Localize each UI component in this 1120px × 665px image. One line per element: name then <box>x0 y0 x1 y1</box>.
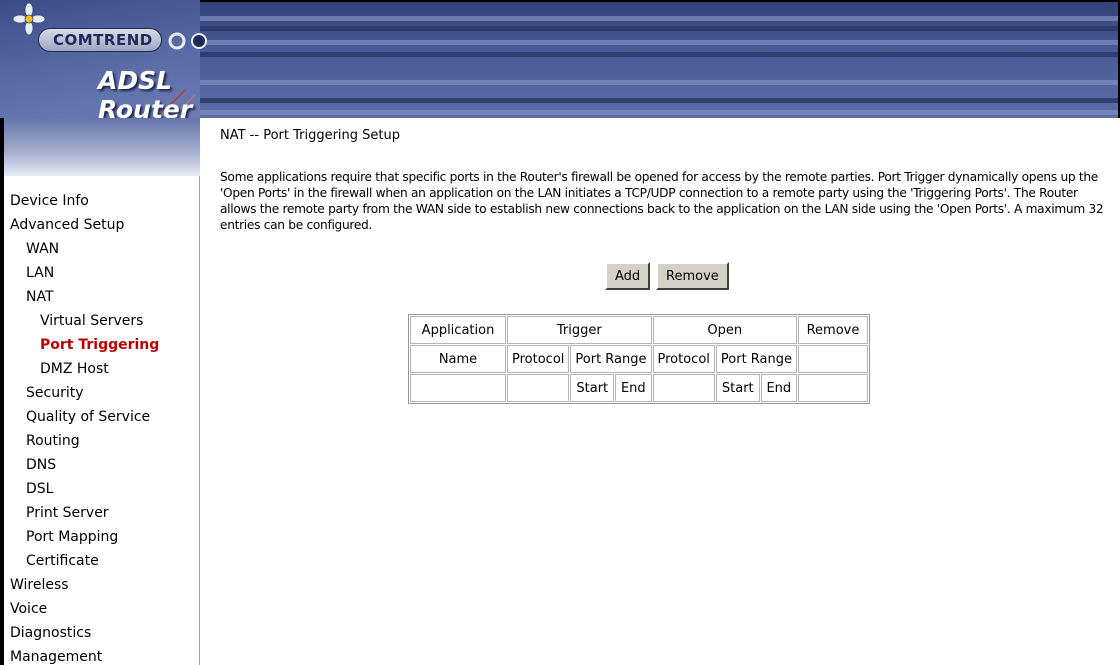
sidebar-item-management[interactable]: Management <box>10 649 102 665</box>
sidebar-item-port-triggering[interactable]: Port Triggering <box>40 337 159 353</box>
sidebar-item-wireless[interactable]: Wireless <box>10 577 69 593</box>
table-header-row: Name Protocol Port Range Protocol Port R… <box>410 345 868 373</box>
sidebar-item-lan[interactable]: LAN <box>26 265 54 281</box>
sidebar-item-nat[interactable]: NAT <box>26 289 54 305</box>
sidebar-item-diagnostics[interactable]: Diagnostics <box>10 625 91 641</box>
col-open-start-header: Start <box>715 374 760 402</box>
port-triggering-table: Application Trigger Open Remove Name Pro… <box>408 314 870 404</box>
col-trigger-port-range-header: Port Range <box>570 345 652 373</box>
logo-area: COMTREND ADSL Router <box>0 0 207 161</box>
sidebar-item-advanced-setup[interactable]: Advanced Setup <box>10 217 124 233</box>
sidebar-item-routing[interactable]: Routing <box>26 433 80 449</box>
col-trigger-start-header: Start <box>570 374 615 402</box>
col-application-header: Application <box>410 316 506 344</box>
add-button[interactable]: Add <box>605 262 651 290</box>
sidebar-item-dmz-host[interactable]: DMZ Host <box>40 361 109 377</box>
sidebar-item-voice[interactable]: Voice <box>10 601 47 617</box>
product-title: ADSL Router <box>98 66 193 124</box>
sidebar-item-security[interactable]: Security <box>26 385 84 401</box>
sidebar-item-quality-of-service[interactable]: Quality of Service <box>26 409 150 425</box>
col-trigger-end-header: End <box>615 374 652 402</box>
col-name-blank <box>410 374 506 402</box>
col-open-header: Open <box>652 316 797 344</box>
sidebar-item-virtual-servers[interactable]: Virtual Servers <box>40 313 143 329</box>
sidebar-item-dns[interactable]: DNS <box>26 457 56 473</box>
col-trigger-header: Trigger <box>507 316 652 344</box>
col-trigger-protocol-blank <box>507 374 570 402</box>
sidebar-item-device-info[interactable]: Device Info <box>10 193 89 209</box>
table-header-row: Start End Start End <box>410 374 868 402</box>
col-name-header: Name <box>410 345 506 373</box>
page-description: Some applications require that specific … <box>220 170 1104 232</box>
col-trigger-protocol-header: Protocol <box>507 345 570 373</box>
brand-logo-text: COMTREND <box>38 28 162 52</box>
sidebar-item-print-server[interactable]: Print Server <box>26 505 109 521</box>
sidebar-item-wan[interactable]: WAN <box>26 241 59 257</box>
table-header-row: Application Trigger Open Remove <box>410 316 868 344</box>
remove-button[interactable]: Remove <box>656 262 729 290</box>
col-open-protocol-blank <box>652 374 715 402</box>
col-remove-blank <box>798 345 868 373</box>
sidebar-nav: Device Info Advanced Setup WAN LAN NAT V… <box>0 118 200 665</box>
col-open-port-range-header: Port Range <box>715 345 797 373</box>
col-remove-header: Remove <box>798 316 868 344</box>
col-open-end-header: End <box>760 374 797 402</box>
sidebar-graphic <box>4 118 200 176</box>
col-open-protocol-header: Protocol <box>652 345 715 373</box>
page-title: NAT -- Port Triggering Setup <box>220 128 401 143</box>
sidebar-item-dsl[interactable]: DSL <box>26 481 53 497</box>
brand-rings-icon <box>168 32 207 50</box>
sidebar-item-port-mapping[interactable]: Port Mapping <box>26 529 118 545</box>
sidebar-item-certificate[interactable]: Certificate <box>26 553 99 569</box>
col-remove-blank <box>798 374 868 402</box>
